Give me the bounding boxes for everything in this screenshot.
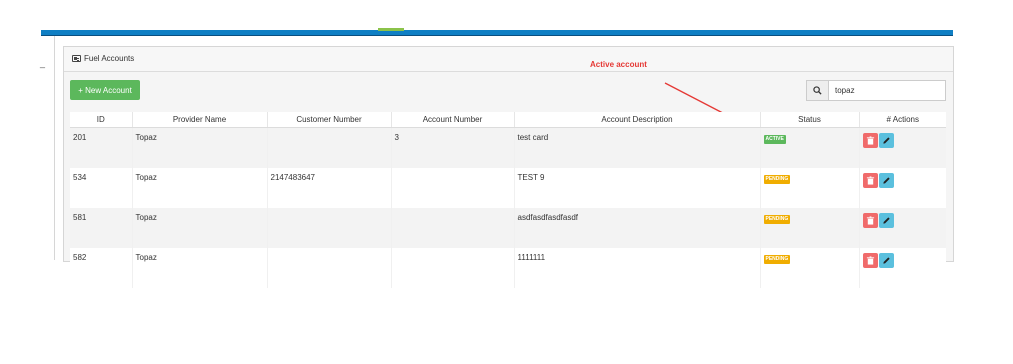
column-header-account-description[interactable]: Account Description: [514, 112, 761, 128]
cell-provider: Topaz: [132, 247, 268, 288]
cell-id: 582: [70, 247, 133, 288]
cell-provider: Topaz: [132, 127, 268, 168]
cell-actions: [859, 207, 946, 248]
status-badge: PENDING: [763, 254, 791, 264]
status-badge: ACTIVE: [763, 135, 786, 144]
table-header-row: ID Provider Name Customer Number Account…: [70, 112, 946, 128]
sidebar-divider: [54, 36, 55, 260]
cell-provider: Topaz: [132, 207, 268, 248]
pencil-icon: [882, 137, 890, 144]
cell-status: PENDING: [760, 247, 860, 288]
cell-account-number: [391, 167, 515, 208]
trash-icon: [866, 175, 874, 185]
trash-icon: [866, 255, 874, 265]
table-row: 581 Topaz asdfasdfasdfasdf PENDING: [70, 207, 946, 248]
cell-customer-number: [267, 207, 392, 248]
pencil-icon: [882, 216, 890, 224]
cell-description: asdfasdfasdfasdf: [514, 207, 761, 248]
sidebar-collapse-toggle[interactable]: _: [40, 58, 45, 68]
cell-actions: [859, 247, 946, 288]
cell-customer-number: 2147483647: [267, 167, 392, 208]
column-header-actions: # Actions: [859, 112, 946, 128]
cell-id: 534: [70, 167, 133, 208]
edit-button[interactable]: [878, 133, 894, 148]
delete-button[interactable]: [862, 212, 878, 228]
status-badge: PENDING: [763, 174, 791, 184]
cell-status: PENDING: [760, 207, 860, 248]
table-row: 582 Topaz 1111111 PENDING: [70, 247, 946, 288]
panel-title-text: Fuel Accounts: [84, 54, 135, 63]
table-row: 201 Topaz 3 test card ACTIVE: [70, 127, 946, 168]
trash-icon: [866, 215, 874, 225]
column-header-id[interactable]: ID: [70, 112, 133, 128]
cell-customer-number: [267, 247, 392, 288]
active-account-annotation: Active account: [590, 60, 647, 69]
cell-id: 201: [70, 127, 133, 168]
cell-id: 581: [70, 207, 133, 248]
search-button[interactable]: [806, 80, 829, 101]
cell-account-number: [391, 207, 515, 248]
edit-button[interactable]: [878, 172, 894, 188]
search-group: [806, 80, 946, 101]
panel-header: Fuel Accounts: [64, 47, 953, 72]
delete-button[interactable]: [862, 133, 878, 148]
search-input[interactable]: [829, 80, 946, 101]
column-header-status[interactable]: Status: [760, 112, 860, 128]
pencil-icon: [882, 176, 890, 184]
delete-button[interactable]: [862, 172, 878, 188]
search-icon: [813, 86, 822, 95]
table-row: 534 Topaz 2147483647 TEST 9 PENDING: [70, 167, 946, 208]
cell-description: 1111111: [514, 247, 761, 288]
pencil-icon: [882, 256, 890, 264]
status-badge: PENDING: [763, 214, 791, 224]
id-card-icon: [72, 55, 81, 62]
cell-status: PENDING: [760, 167, 860, 208]
top-nav-bar: [41, 28, 953, 36]
cell-provider: Topaz: [132, 167, 268, 208]
cell-description: test card: [514, 127, 761, 168]
cell-status: ACTIVE: [760, 127, 860, 168]
column-header-account-number[interactable]: Account Number: [391, 112, 515, 128]
cell-actions: [859, 127, 946, 168]
new-account-button[interactable]: + New Account: [70, 80, 140, 100]
edit-button[interactable]: [878, 212, 894, 228]
delete-button[interactable]: [862, 252, 878, 268]
panel-title: Fuel Accounts: [72, 54, 134, 63]
cell-account-number: [391, 247, 515, 288]
cell-customer-number: [267, 127, 392, 168]
column-header-customer-number[interactable]: Customer Number: [267, 112, 392, 128]
trash-icon: [866, 136, 874, 145]
fuel-accounts-table: ID Provider Name Customer Number Account…: [70, 112, 946, 288]
cell-actions: [859, 167, 946, 208]
edit-button[interactable]: [878, 252, 894, 268]
cell-description: TEST 9: [514, 167, 761, 208]
cell-account-number: 3: [391, 127, 515, 168]
table-body: 201 Topaz 3 test card ACTIVE 534 Topaz 21474836…: [70, 127, 946, 288]
active-nav-marker: [378, 28, 404, 31]
column-header-provider-name[interactable]: Provider Name: [132, 112, 268, 128]
